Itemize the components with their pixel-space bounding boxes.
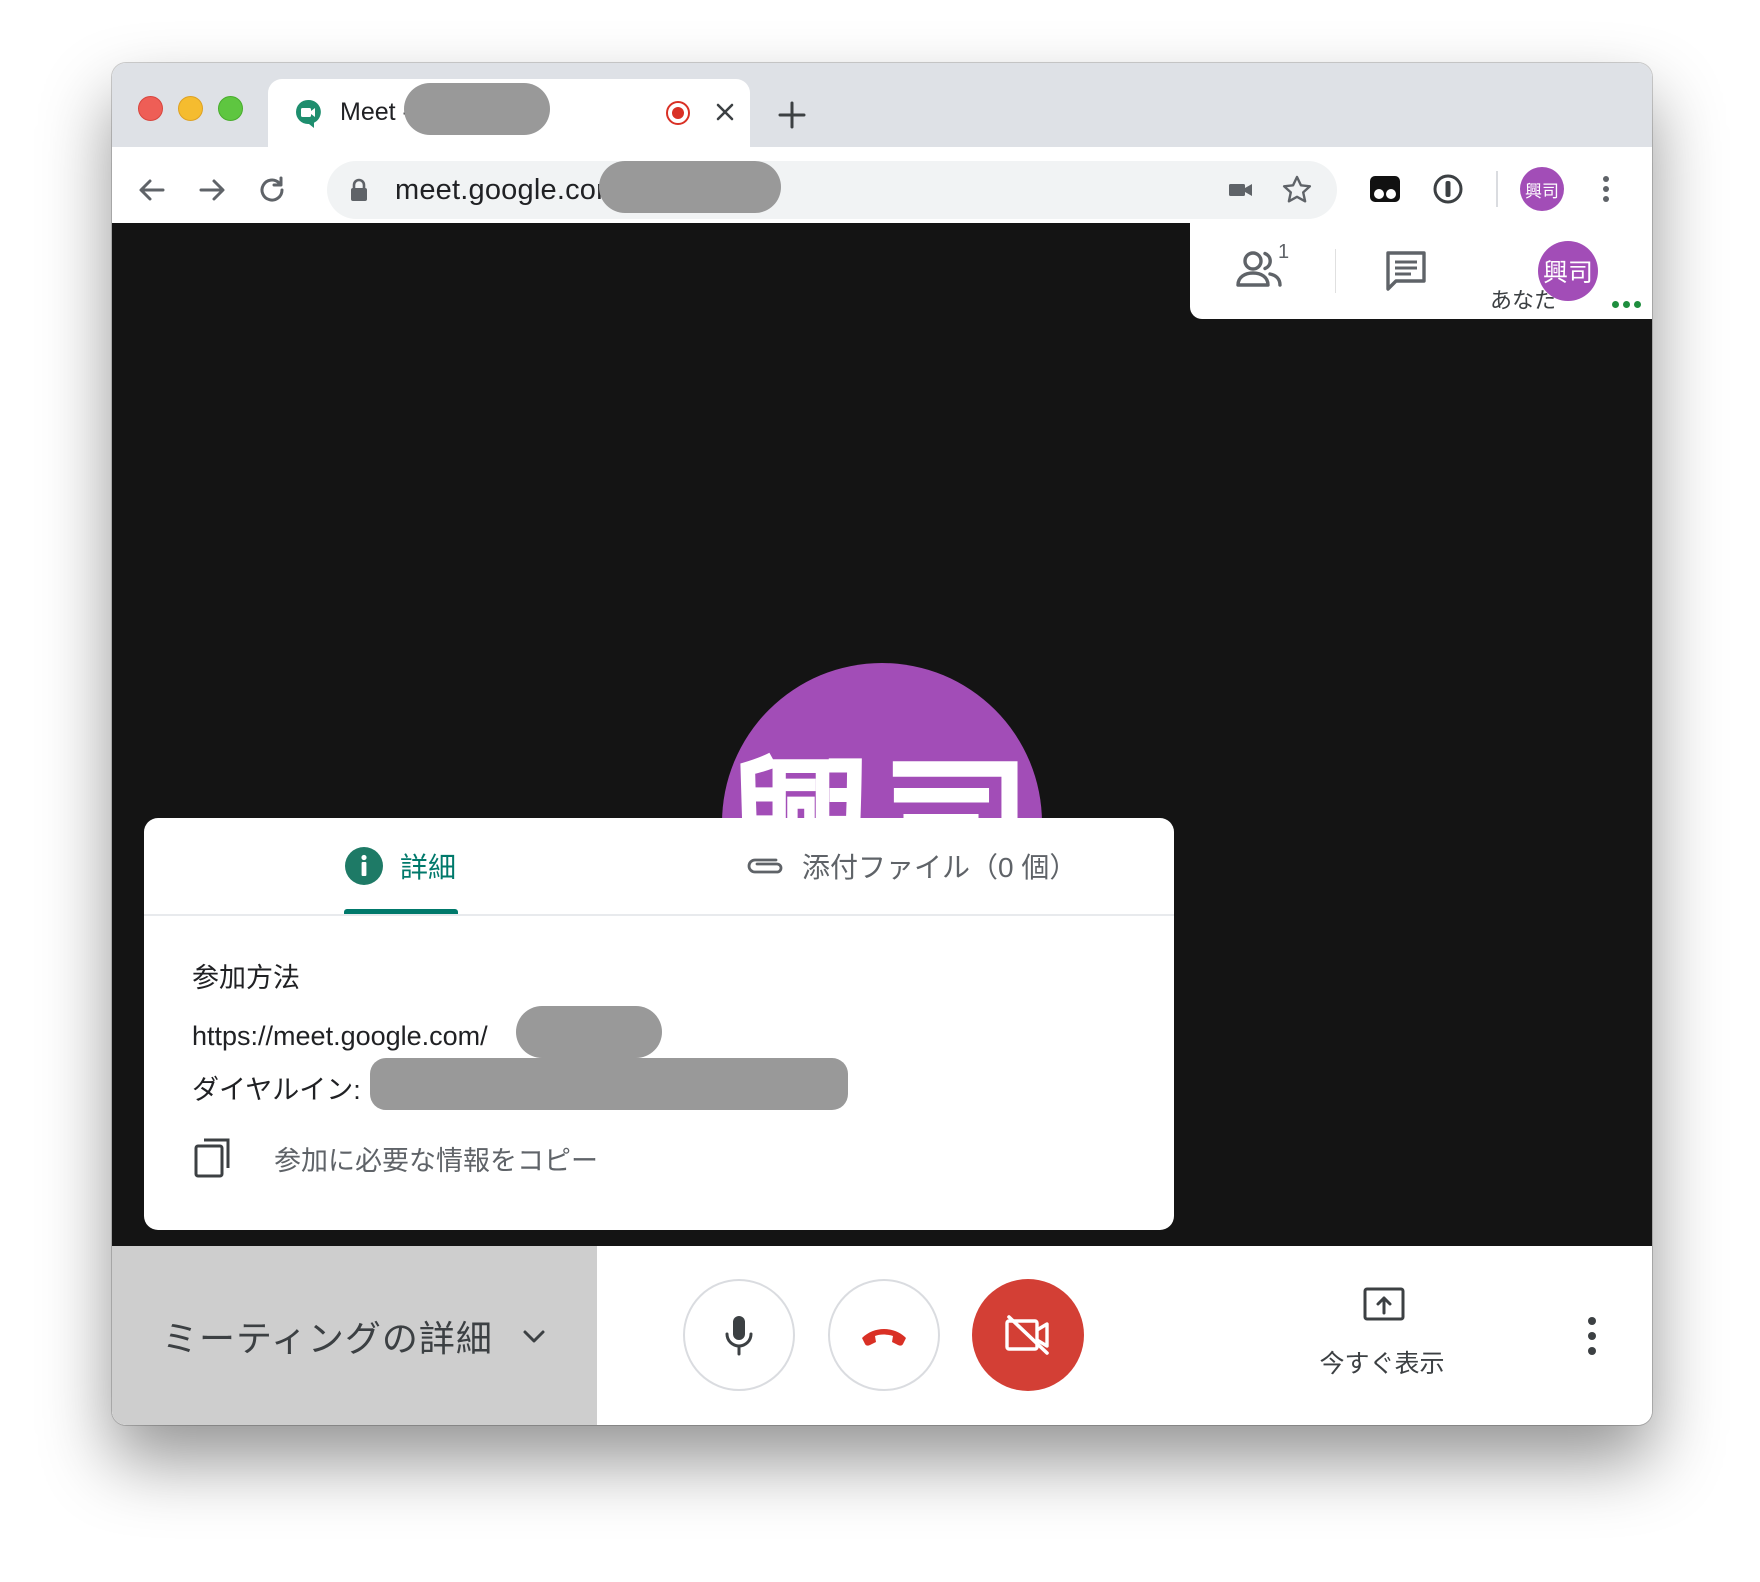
toolbar-divider [1496,171,1498,207]
meeting-details-toggle[interactable]: ミーティングの詳細 [112,1246,597,1425]
present-now-label: 今すぐ表示 [1319,1350,1445,1378]
copy-join-info-label: 参加に必要な情報をコピー [274,1145,598,1176]
meeting-details-card: 詳細 添付ファイル（0 個） 参加方法 https://meet.google.… [144,818,1174,1230]
meet-stage: 1 興司 あなた 興司 詳細 [112,223,1652,1246]
copy-icon [194,1138,230,1178]
present-now-button[interactable]: 今すぐ表示 [1307,1286,1457,1386]
tab-details[interactable]: 詳細 [344,818,456,914]
url-text: meet.google.com/ [395,174,629,206]
forward-arrow-icon[interactable] [194,172,230,208]
camera-in-use-icon[interactable] [1227,176,1255,204]
attachment-clip-icon [747,858,783,874]
tab-details-label: 詳細 [400,852,457,883]
self-label: あなた [1490,288,1557,313]
browser-menu-icon[interactable] [1588,171,1624,207]
chevron-down-icon [523,1330,545,1342]
copy-join-info-button[interactable]: 参加に必要な情報をコピー [192,1133,598,1183]
lock-icon [351,178,367,201]
more-options-icon[interactable] [1572,1312,1612,1360]
join-url[interactable]: https://meet.google.com/ [192,1021,488,1052]
new-tab-icon[interactable] [772,95,812,135]
microphone-button[interactable] [683,1279,795,1391]
window-minimize-button[interactable] [178,96,203,121]
meeting-details-label: ミーティングの詳細 [162,1317,493,1359]
participant-count-badge: 1 [1278,241,1290,263]
details-tabs: 詳細 添付ファイル（0 個） [144,818,1174,916]
microphone-icon [725,1316,753,1356]
redacted-block [516,1006,662,1058]
extension-1password-icon[interactable] [1430,171,1466,207]
phone-hangup-icon [862,1329,906,1346]
camera-off-icon [1005,1315,1049,1355]
bookmark-star-icon[interactable] [1281,174,1313,206]
redacted-block [370,1058,848,1110]
meet-top-panel: 1 興司 あなた [1190,223,1652,319]
redacted-block [404,83,550,135]
tab-strip: Meet - [112,63,1652,147]
dial-in-label: ダイヤルイン: [192,1075,361,1105]
tab-attachments[interactable]: 添付ファイル（0 個） [744,818,1077,914]
info-icon [345,847,383,885]
browser-window: Meet - meet.google.com/ 興司 1 興司 あなた 詳細 添… [112,63,1652,1425]
active-tab-indicator [344,909,458,914]
extension-tampermonkey-icon[interactable] [1367,171,1403,207]
window-zoom-button[interactable] [218,96,243,121]
chat-icon[interactable] [1384,249,1428,293]
tab-attachments-label: 添付ファイル（0 個） [802,852,1078,883]
meet-favicon-icon [296,99,321,128]
audio-level-indicator [1612,295,1645,313]
window-close-button[interactable] [138,96,163,121]
join-heading: 参加方法 [192,963,300,993]
address-bar[interactable]: meet.google.com/ [327,161,1337,219]
reload-icon[interactable] [254,172,290,208]
tab-close-icon[interactable] [708,95,742,129]
tab-title: Meet - [340,98,411,126]
meet-control-bar: ミーティングの詳細 今すぐ表示 [112,1246,1652,1425]
panel-divider [1335,249,1336,293]
browser-tab-meet[interactable]: Meet - [268,79,750,147]
recording-indicator-icon [666,101,690,125]
present-screen-icon [1363,1287,1405,1321]
redacted-block [599,161,781,213]
back-arrow-icon[interactable] [134,172,170,208]
hang-up-button[interactable] [828,1279,940,1391]
profile-avatar[interactable]: 興司 [1520,167,1564,211]
camera-toggle-button[interactable] [972,1279,1084,1391]
